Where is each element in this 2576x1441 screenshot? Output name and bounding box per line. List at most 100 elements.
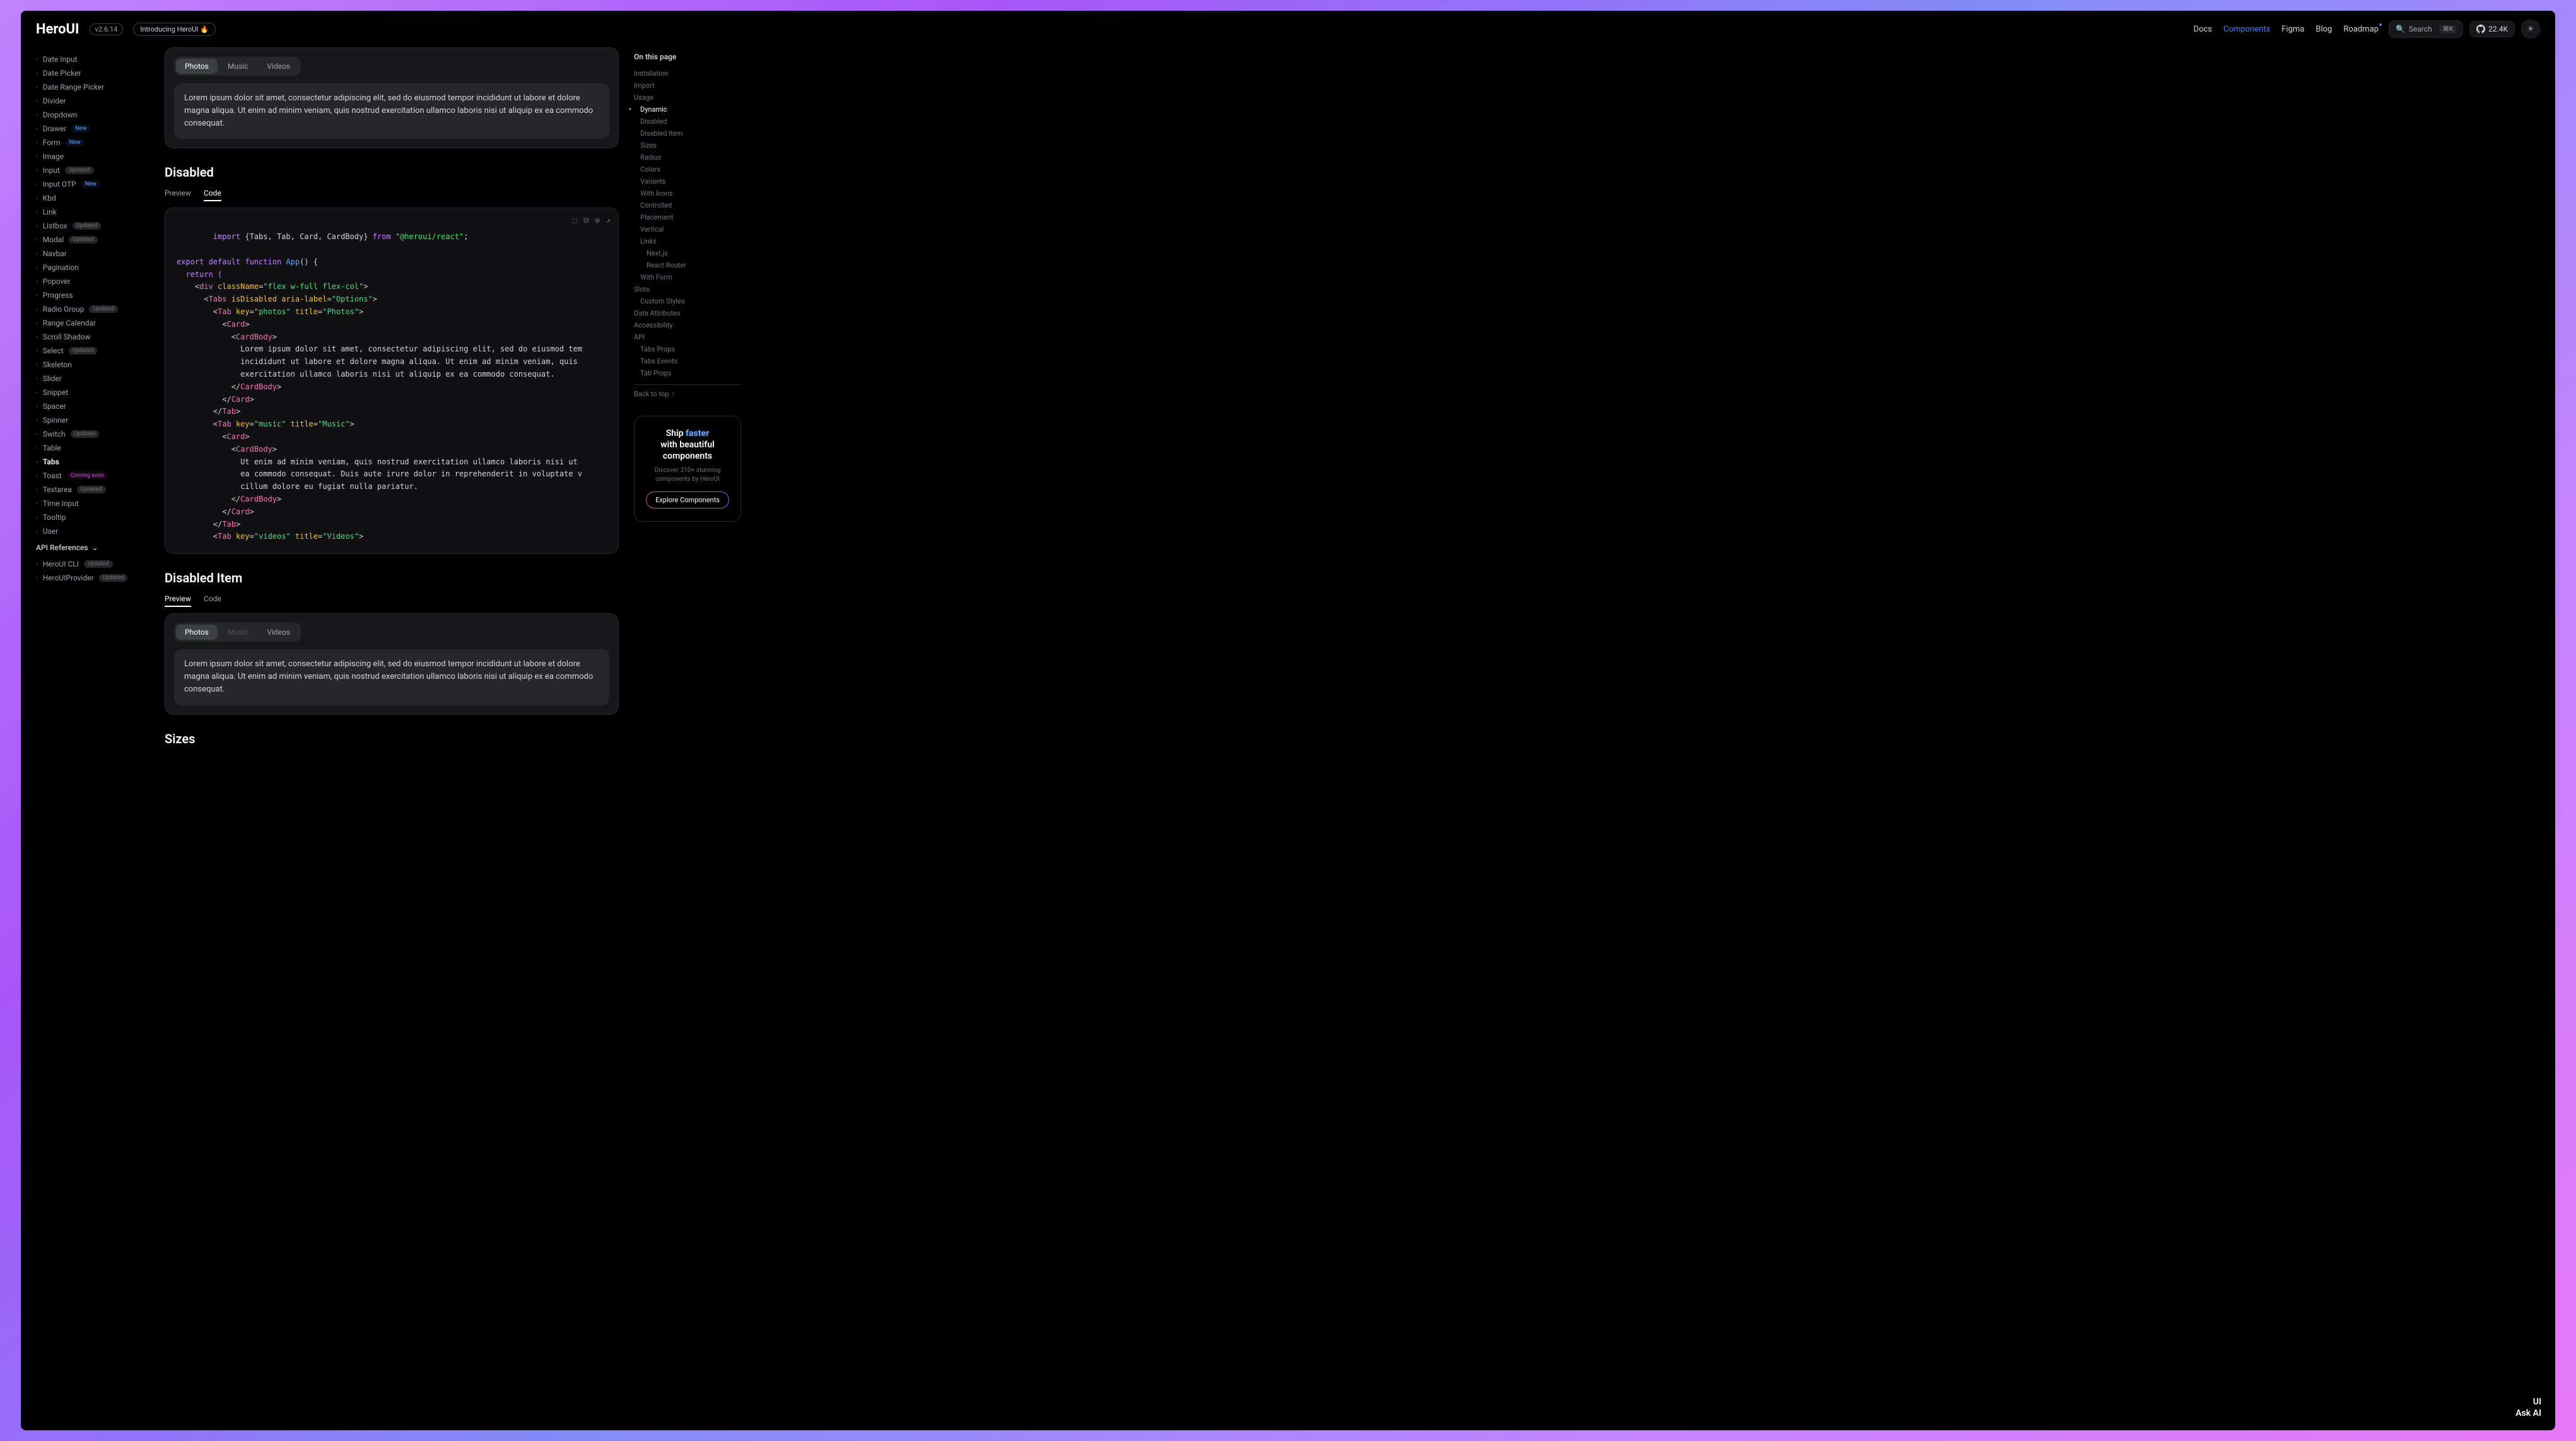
toc-with-form[interactable]: With Form — [634, 271, 741, 283]
toc-tabs-events[interactable]: Tabs Events — [634, 355, 741, 367]
sidebar-item-user[interactable]: User — [36, 524, 149, 538]
sidebar-item-form[interactable]: FormNew — [36, 136, 149, 150]
sidebar-item-date-input[interactable]: Date Input — [36, 52, 149, 66]
sidebar-item-tabs[interactable]: Tabs — [36, 455, 149, 469]
section-sizes-title: Sizes — [165, 731, 619, 746]
sidebar-item-modal[interactable]: ModalUpdated — [36, 233, 149, 247]
badge: Updated — [65, 167, 94, 174]
sidebar-item-input-otp[interactable]: Input OTPNew — [36, 177, 149, 191]
sidebar-item-table[interactable]: Table — [36, 441, 149, 455]
tab-code[interactable]: Code — [204, 186, 221, 201]
toc-api[interactable]: API — [634, 331, 741, 343]
theme-toggle[interactable]: ☀ — [2521, 20, 2540, 38]
sidebar-item-divider[interactable]: Divider — [36, 94, 149, 108]
tab-code-2[interactable]: Code — [204, 592, 221, 607]
tab-photos[interactable]: Photos — [176, 59, 218, 74]
toc-installation[interactable]: Installation — [634, 68, 741, 79]
nav-blog[interactable]: Blog — [2315, 25, 2332, 34]
sidebar-item-label: Tooltip — [43, 513, 66, 522]
toc-links[interactable]: Links — [634, 235, 741, 247]
sidebar-item-progress[interactable]: Progress — [36, 288, 149, 302]
sidebar-item-date-picker[interactable]: Date Picker — [36, 66, 149, 80]
sidebar-item-label: Pagination — [43, 263, 79, 272]
toc-usage[interactable]: Usage — [634, 91, 741, 103]
toc-tab-props[interactable]: Tab Props — [634, 367, 741, 379]
sidebar-item-drawer[interactable]: DrawerNew — [36, 122, 149, 136]
toc-disabled-item[interactable]: Disabled Item — [634, 127, 741, 139]
sidebar-item-herouiprovider[interactable]: HeroUIProviderUpdated — [36, 571, 149, 585]
sidebar-section-api-references[interactable]: API References ⌄ — [36, 538, 149, 557]
tab-content: Lorem ipsum dolor sit amet, consectetur … — [174, 83, 609, 139]
toc-vertical[interactable]: Vertical — [634, 223, 741, 235]
sidebar-item-select[interactable]: SelectUpdated — [36, 344, 149, 358]
tab2-photos[interactable]: Photos — [176, 625, 218, 640]
sidebar-item-pagination[interactable]: Pagination — [36, 261, 149, 274]
sidebar-item-heroui-cli[interactable]: HeroUI CLIUpdated — [36, 557, 149, 571]
toc-slots[interactable]: Slots — [634, 283, 741, 295]
tab-preview-2[interactable]: Preview — [165, 592, 191, 607]
sidebar-item-label: Snippet — [43, 388, 68, 397]
sidebar-item-label: Spinner — [43, 416, 68, 425]
back-to-top[interactable]: Back to top ↑ — [634, 384, 741, 403]
tab-videos[interactable]: Videos — [258, 59, 299, 74]
settings-icon[interactable]: ⚙ — [595, 215, 600, 227]
toc-variants[interactable]: Variants — [634, 175, 741, 187]
sidebar-item-kbd[interactable]: Kbd — [36, 191, 149, 205]
sidebar-item-date-range-picker[interactable]: Date Range Picker — [36, 80, 149, 94]
logo[interactable]: HeroUI — [36, 21, 79, 37]
toc-radius[interactable]: Radius — [634, 151, 741, 163]
toc-dynamic[interactable]: Dynamic — [634, 103, 741, 115]
sidebar-item-radio-group[interactable]: Radio GroupUpdated — [36, 302, 149, 316]
sidebar-item-tooltip[interactable]: Tooltip — [36, 510, 149, 524]
promo-cta[interactable]: Explore Components — [646, 491, 729, 509]
sidebar-item-toast[interactable]: ToastComing soon — [36, 469, 149, 483]
nav-components[interactable]: Components — [2223, 25, 2270, 34]
toc-disabled[interactable]: Disabled — [634, 115, 741, 127]
nav-roadmap[interactable]: Roadmap — [2343, 25, 2379, 34]
toc-import[interactable]: Import — [634, 79, 741, 91]
version-badge[interactable]: v2.6.14 — [90, 23, 124, 35]
sidebar-item-spinner[interactable]: Spinner — [36, 413, 149, 427]
bug-icon[interactable]: ⬚ — [573, 215, 577, 227]
toc-next-js[interactable]: Next.js — [634, 247, 741, 259]
nav-docs[interactable]: Docs — [2194, 25, 2212, 34]
sidebar-item-skeleton[interactable]: Skeleton — [36, 358, 149, 372]
toc-accessibility[interactable]: Accessibility — [634, 319, 741, 331]
toc-with-icons[interactable]: With Icons — [634, 187, 741, 199]
toc-custom-styles[interactable]: Custom Styles — [634, 295, 741, 307]
tab-preview[interactable]: Preview — [165, 186, 191, 201]
sidebar-item-listbox[interactable]: ListboxUpdated — [36, 219, 149, 233]
ask-ai-button[interactable]: UI Ask AI — [2515, 1396, 2541, 1419]
sidebar-item-navbar[interactable]: Navbar — [36, 247, 149, 261]
sidebar-item-popover[interactable]: Popover — [36, 274, 149, 288]
sidebar-item-input[interactable]: InputUpdated — [36, 163, 149, 177]
sidebar-item-link[interactable]: Link — [36, 205, 149, 219]
search-label: Search — [2409, 25, 2432, 33]
sidebar-item-image[interactable]: Image — [36, 150, 149, 163]
sidebar-item-label: Table — [43, 444, 61, 452]
sidebar-item-time-input[interactable]: Time Input — [36, 497, 149, 510]
toc-sizes[interactable]: Sizes — [634, 139, 741, 151]
toc-controlled[interactable]: Controlled — [634, 199, 741, 211]
github-button[interactable]: 22.4K — [2469, 21, 2515, 37]
sidebar-item-textarea[interactable]: TextareaUpdated — [36, 483, 149, 497]
toc-tabs-props[interactable]: Tabs Props — [634, 343, 741, 355]
sidebar-item-slider[interactable]: Slider — [36, 372, 149, 385]
sidebar-item-switch[interactable]: SwitchUpdated — [36, 427, 149, 441]
sidebar-item-snippet[interactable]: Snippet — [36, 385, 149, 399]
external-icon[interactable]: ↗ — [606, 215, 611, 227]
toc-colors[interactable]: Colors — [634, 163, 741, 175]
toc-placement[interactable]: Placement — [634, 211, 741, 223]
sidebar-item-spacer[interactable]: Spacer — [36, 399, 149, 413]
sidebar-item-scroll-shadow[interactable]: Scroll Shadow — [36, 330, 149, 344]
toc-react-router[interactable]: React Router — [634, 259, 741, 271]
intro-badge[interactable]: Introducing HeroUI 🔥 — [133, 23, 215, 36]
nav-figma[interactable]: Figma — [2281, 25, 2304, 34]
tab-music[interactable]: Music — [219, 59, 257, 74]
search-button[interactable]: 🔍 Search ⌘K — [2389, 20, 2463, 38]
toc-data-attributes[interactable]: Data Attributes — [634, 307, 741, 319]
copy-icon[interactable]: ⧉ — [583, 215, 589, 227]
sidebar-item-range-calendar[interactable]: Range Calendar — [36, 316, 149, 330]
tab2-videos[interactable]: Videos — [258, 625, 299, 640]
sidebar-item-dropdown[interactable]: Dropdown — [36, 108, 149, 122]
